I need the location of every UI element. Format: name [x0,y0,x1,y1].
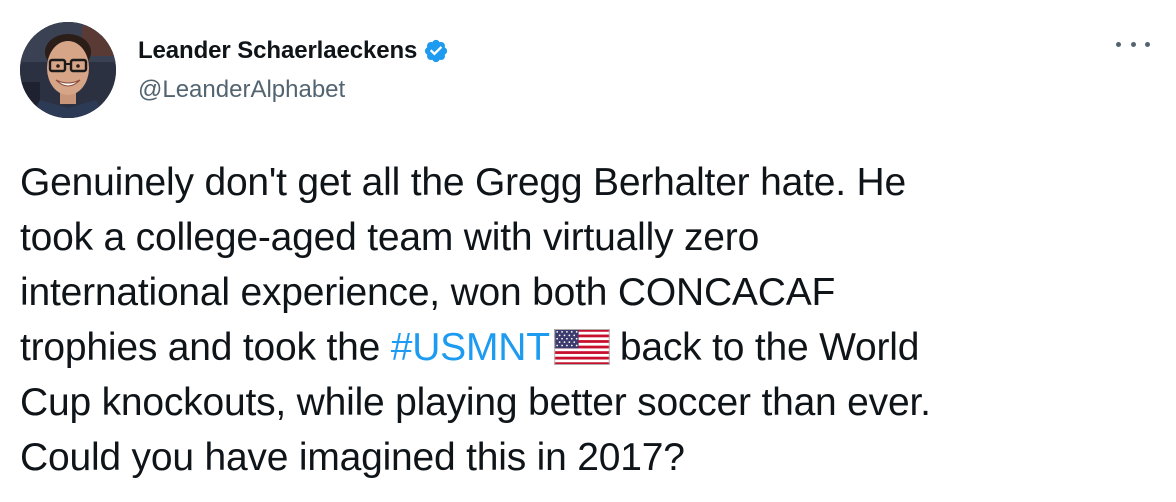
dot [1145,41,1150,47]
tweet-text-segment: back to the World [619,326,920,369]
tweet-line: took a college-aged team with virtually … [20,216,760,259]
hashtag-link[interactable]: #USMNT [391,326,550,369]
author-name-row: Leander Schaerlaeckens [138,36,449,66]
tweet-line: Cup knockouts, while playing better socc… [20,381,931,424]
tweet-line-with-hashtag: trophies and took the #USMNT back to the… [20,320,1160,375]
tweet-text: Genuinely don't get all the Gregg Berhal… [20,155,1160,485]
verified-badge-icon [425,39,448,63]
tweet-line: Genuinely don't get all the Gregg Berhal… [20,161,906,204]
dot [1130,41,1136,47]
tweet-card: Leander Schaerlaeckens @LeanderAlphabet … [0,0,1176,502]
author-avatar[interactable] [20,22,116,118]
avatar-photo-icon [20,22,116,118]
more-options-icon[interactable] [1116,34,1150,54]
dot [1116,41,1121,47]
author-display-name[interactable]: Leander Schaerlaeckens [138,37,417,65]
tweet-text-segment: trophies and took the [20,326,391,369]
tweet-line: international experience, won both CONCA… [20,271,836,314]
tweet-line: Could you have imagined this in 2017? [20,436,685,479]
us-flag-icon [554,329,610,365]
author-handle[interactable]: @LeanderAlphabet [138,76,345,104]
